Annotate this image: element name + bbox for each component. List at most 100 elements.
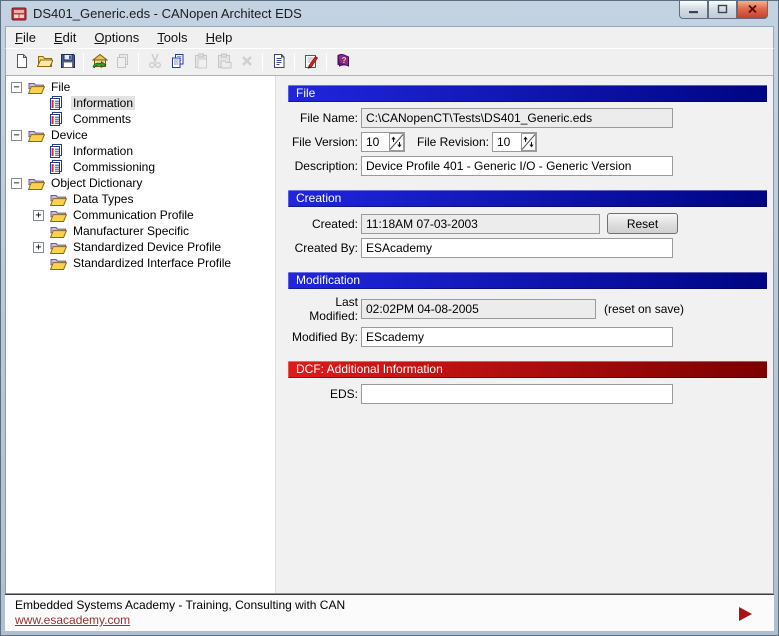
tree-item-comments[interactable]: Comments: [6, 111, 274, 127]
document-icon: [50, 144, 67, 158]
tree-item-device[interactable]: − Device: [6, 127, 274, 143]
paste-special-button: [212, 51, 235, 73]
client-area: − File Information Comments − Device: [5, 75, 774, 594]
tree-item-data-types[interactable]: Data Types: [6, 191, 274, 207]
tree-item-standardized-device-profile[interactable]: + Standardized Device Profile: [6, 239, 274, 255]
folder-icon: [50, 257, 67, 270]
folder-icon: [28, 81, 45, 94]
project-tree: − File Information Comments − Device: [6, 76, 274, 593]
document-icon: [50, 96, 67, 110]
title-bar[interactable]: DS401_Generic.eds - CANopen Architect ED…: [5, 1, 774, 26]
minimize-icon: [688, 1, 699, 19]
toolbar-separator: [262, 53, 263, 71]
tree-item-communication-profile[interactable]: + Communication Profile: [6, 207, 274, 223]
folder-icon: [50, 225, 67, 238]
paste-button: [189, 51, 212, 73]
copy-pages-icon: [115, 53, 131, 72]
collapse-icon[interactable]: −: [11, 130, 22, 141]
menu-edit[interactable]: Edit: [45, 27, 85, 48]
creation-section-header: Creation: [288, 190, 767, 207]
file-section-header: File: [288, 85, 767, 102]
check-eds-icon: [303, 53, 319, 72]
menu-bar: FileEditOptionsToolsHelp: [5, 26, 774, 48]
website-link[interactable]: www.esacademy.com: [15, 613, 130, 627]
save-button[interactable]: [56, 51, 79, 73]
modification-section-header: Modification: [288, 272, 767, 289]
svg-text:?: ?: [341, 55, 346, 64]
minimize-button[interactable]: [679, 1, 708, 19]
properties-icon: [271, 53, 287, 72]
eds-label: EDS:: [288, 387, 358, 401]
open-folder-button[interactable]: [33, 51, 56, 73]
expand-icon[interactable]: +: [33, 210, 44, 221]
file-name-label: File Name:: [288, 111, 358, 125]
menu-tools[interactable]: Tools: [148, 27, 196, 48]
description-row: Description:: [288, 156, 767, 176]
expand-icon[interactable]: +: [33, 242, 44, 253]
folder-icon: [50, 193, 67, 206]
export-home-icon: [92, 53, 108, 72]
window-controls: [679, 1, 768, 19]
file-name-row: File Name:: [288, 108, 767, 128]
check-eds-button[interactable]: [299, 51, 322, 73]
file-revision-label: File Revision:: [405, 135, 489, 149]
new-document-button[interactable]: [10, 51, 33, 73]
close-icon: [747, 1, 758, 19]
new-document-icon: [14, 53, 30, 72]
paste-special-icon: [216, 53, 232, 72]
close-button[interactable]: [737, 1, 768, 19]
last-modified-input[interactable]: [361, 299, 596, 319]
tree-item-commissioning[interactable]: Commissioning: [6, 159, 274, 175]
created-input[interactable]: [361, 214, 600, 234]
toolbar-separator: [138, 53, 139, 71]
window-title: DS401_Generic.eds - CANopen Architect ED…: [33, 6, 302, 21]
eds-input[interactable]: [361, 384, 673, 404]
last-modified-row: Last Modified: (reset on save): [288, 295, 767, 323]
file-version-spinner-icon[interactable]: [389, 133, 404, 151]
help-book-button[interactable]: ?: [331, 51, 354, 73]
help-book-icon: ?: [335, 53, 351, 72]
description-label: Description:: [288, 159, 358, 173]
file-name-input[interactable]: [361, 108, 673, 128]
menu-options[interactable]: Options: [85, 27, 148, 48]
properties-button[interactable]: [267, 51, 290, 73]
description-input[interactable]: [361, 156, 673, 176]
created-label: Created:: [288, 217, 358, 231]
copy-icon: [170, 53, 186, 72]
export-home-button[interactable]: [88, 51, 111, 73]
tree-item-information[interactable]: Information: [6, 143, 274, 159]
folder-icon: [50, 209, 67, 222]
app-window: DS401_Generic.eds - CANopen Architect ED…: [0, 0, 779, 636]
copy-button[interactable]: [166, 51, 189, 73]
file-version-label: File Version:: [288, 135, 358, 149]
tree-item-information[interactable]: Information: [6, 95, 274, 111]
document-icon: [50, 112, 67, 126]
ticker-play-icon: [739, 607, 752, 621]
reset-button[interactable]: Reset: [607, 213, 678, 234]
tree-item-standardized-interface-profile[interactable]: Standardized Interface Profile: [6, 255, 274, 271]
file-revision-spinner-icon[interactable]: [521, 133, 536, 151]
menu-help[interactable]: Help: [197, 27, 242, 48]
save-icon: [60, 53, 76, 72]
maximize-icon: [717, 1, 728, 19]
tree-item-manufacturer-specific[interactable]: Manufacturer Specific: [6, 223, 274, 239]
tree-item-file[interactable]: − File: [6, 79, 274, 95]
collapse-icon[interactable]: −: [11, 178, 22, 189]
folder-icon: [28, 129, 45, 142]
toolbar-separator: [294, 53, 295, 71]
file-version-row: File Version: File Revision:: [288, 132, 767, 152]
reset-on-save-note: (reset on save): [604, 302, 684, 316]
eds-row: EDS:: [288, 384, 767, 404]
created-by-input[interactable]: [361, 238, 673, 258]
delete-icon: [239, 53, 255, 72]
cut-button: [143, 51, 166, 73]
menu-file[interactable]: File: [6, 27, 45, 48]
file-information-form: File File Name: File Version: File Revis…: [276, 76, 773, 593]
maximize-button[interactable]: [708, 1, 737, 19]
modified-by-input[interactable]: [361, 327, 673, 347]
collapse-icon[interactable]: −: [11, 82, 22, 93]
folder-icon: [50, 241, 67, 254]
modified-by-row: Modified By:: [288, 327, 767, 347]
tree-item-object-dictionary[interactable]: − Object Dictionary: [6, 175, 274, 191]
created-row: Created: Reset: [288, 213, 767, 234]
